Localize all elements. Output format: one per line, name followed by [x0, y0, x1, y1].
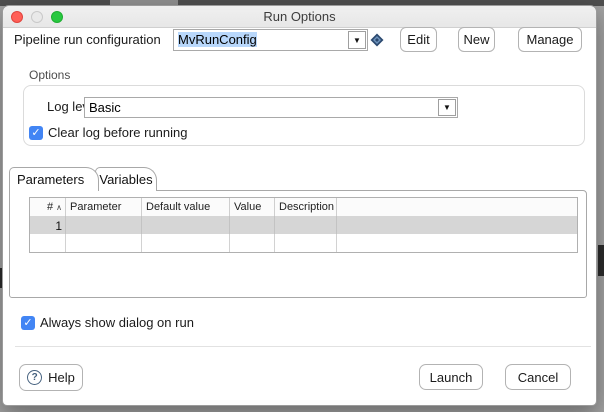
run-options-dialog: Run Options Pipeline run configuration M…	[2, 5, 597, 406]
column-header-parameter[interactable]: Parameter	[66, 198, 142, 216]
run-config-value: MvRunConfig	[178, 32, 257, 47]
background-app-edge-right	[598, 245, 604, 276]
column-header-value[interactable]: Value	[230, 198, 275, 216]
column-header-description[interactable]: Description	[275, 198, 337, 216]
log-level-value: Basic	[89, 100, 121, 115]
clear-log-checkbox[interactable]: ✓	[29, 126, 43, 140]
diamond-icon	[370, 33, 384, 47]
column-header-filler	[337, 198, 577, 216]
description-cell[interactable]	[275, 216, 337, 234]
default-value-cell[interactable]	[142, 216, 230, 234]
launch-button[interactable]: Launch	[419, 364, 483, 390]
chevron-down-icon[interactable]: ▼	[438, 99, 456, 116]
help-button[interactable]: ? Help	[19, 364, 83, 391]
clear-log-label: Clear log before running	[48, 125, 187, 140]
title-bar[interactable]: Run Options	[3, 6, 596, 28]
always-show-label: Always show dialog on run	[40, 315, 194, 330]
row-filler	[337, 216, 577, 234]
cancel-button[interactable]: Cancel	[505, 364, 571, 390]
table-row-empty[interactable]	[30, 234, 577, 252]
edit-button[interactable]: Edit	[400, 27, 437, 52]
log-level-combobox[interactable]: Basic ▼	[84, 97, 458, 118]
help-icon: ?	[27, 370, 42, 385]
always-show-checkbox[interactable]: ✓	[21, 316, 35, 330]
help-button-label: Help	[48, 370, 75, 385]
table-row[interactable]: 1	[30, 216, 577, 234]
column-header-default-value[interactable]: Default value	[142, 198, 230, 216]
row-number-cell[interactable]: 1	[30, 216, 66, 234]
table-header-row[interactable]: #∧ Parameter Default value Value Descrip…	[30, 198, 577, 216]
footer-separator	[15, 346, 591, 347]
new-button[interactable]: New	[458, 27, 495, 52]
value-cell[interactable]	[230, 216, 275, 234]
pipeline-config-label: Pipeline run configuration	[14, 32, 161, 47]
options-group-title: Options	[29, 68, 70, 82]
sort-ascending-icon: ∧	[56, 203, 62, 212]
parameters-table: #∧ Parameter Default value Value Descrip…	[29, 197, 578, 253]
tab-variables[interactable]: Variables	[95, 167, 157, 191]
chevron-down-icon[interactable]: ▼	[348, 31, 366, 49]
column-header-number[interactable]: #∧	[30, 198, 66, 216]
tab-parameters[interactable]: Parameters	[9, 167, 99, 191]
manage-button[interactable]: Manage	[518, 27, 582, 52]
run-config-combobox[interactable]: MvRunConfig ▼	[173, 29, 368, 51]
parameter-cell[interactable]	[66, 216, 142, 234]
window-title: Run Options	[3, 9, 596, 24]
